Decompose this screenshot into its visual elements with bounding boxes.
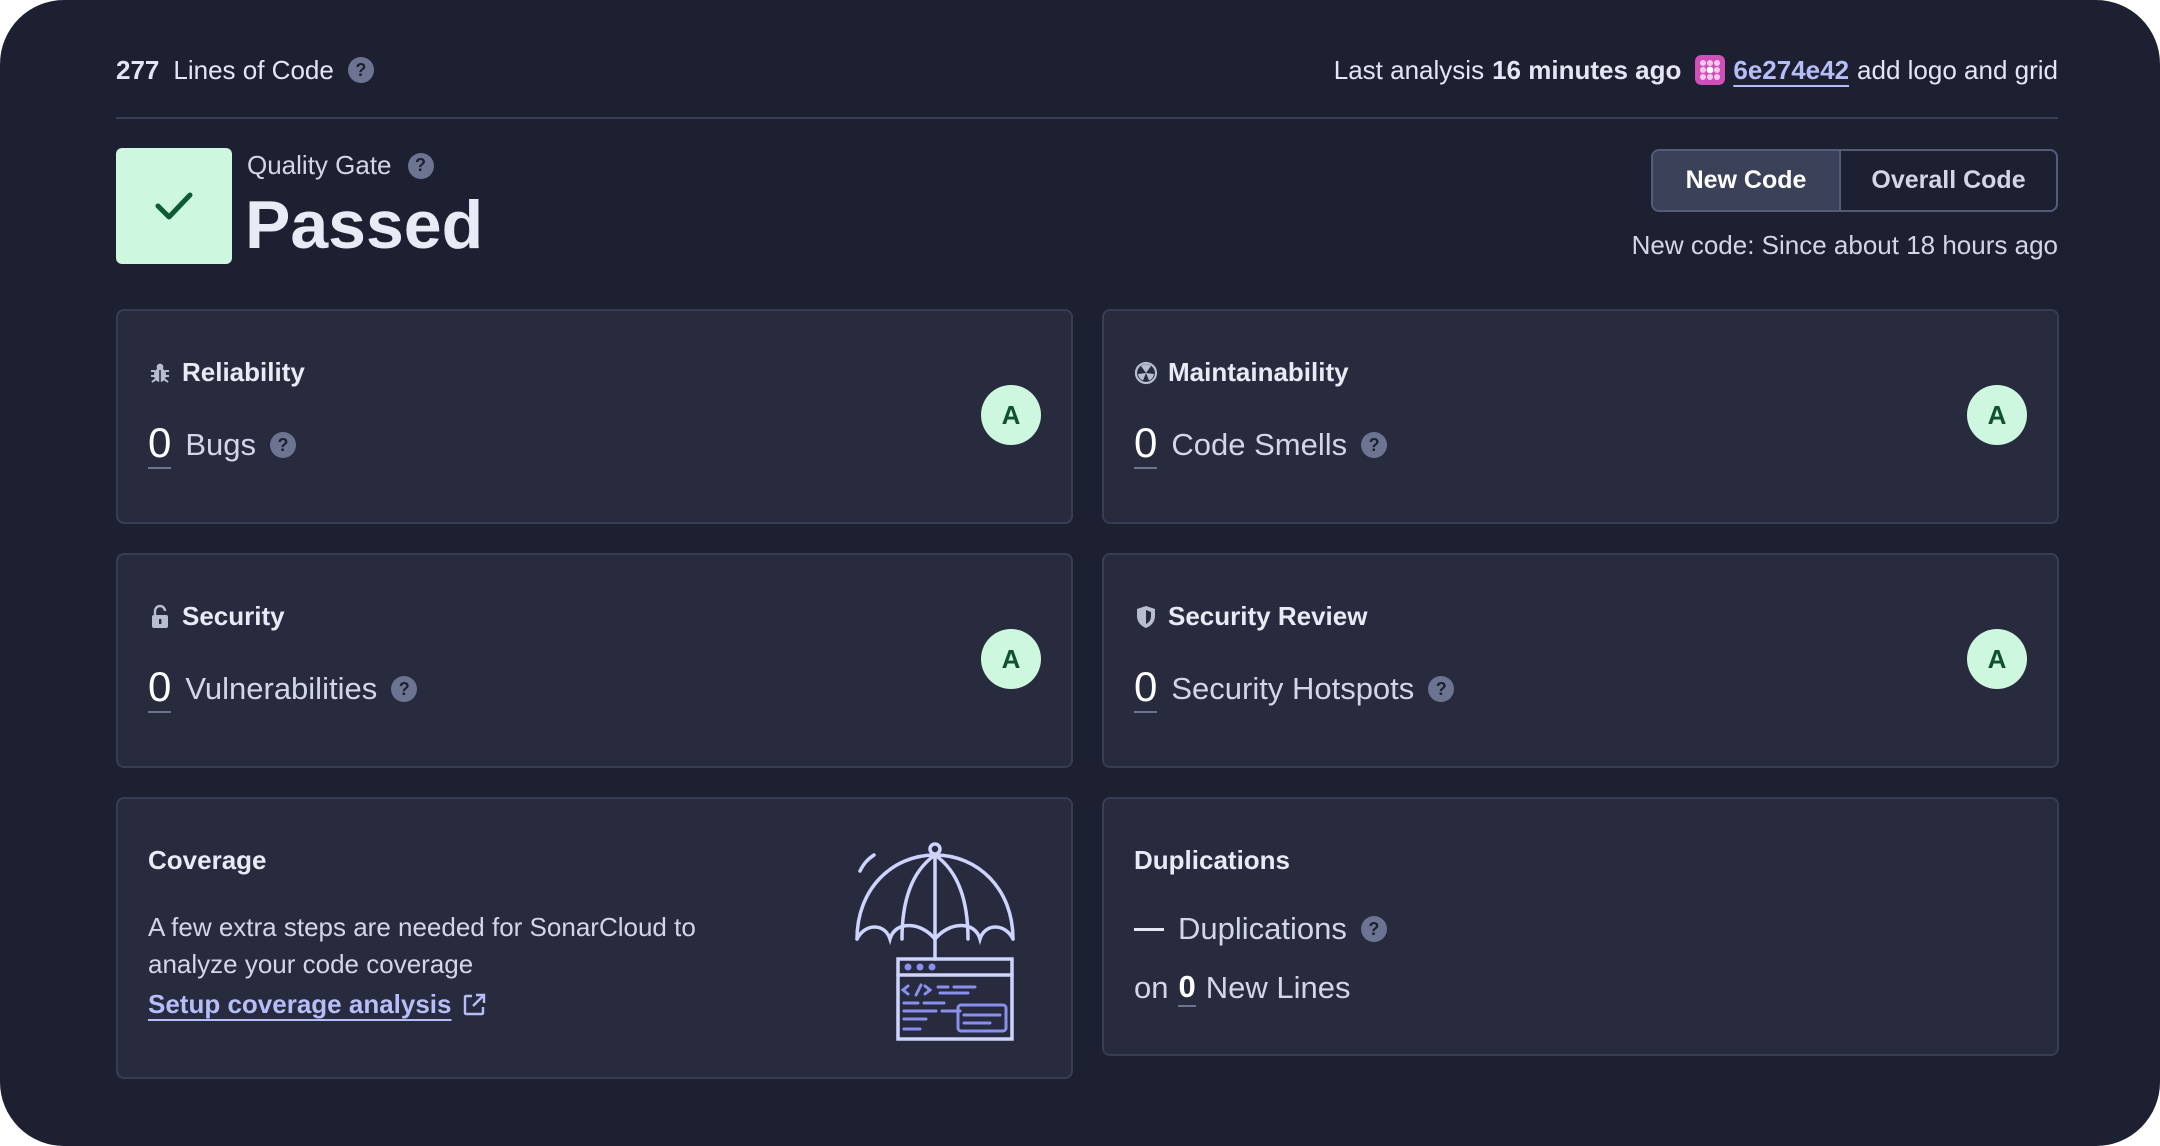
quality-gate-label: Quality Gate [247,150,392,180]
code-smells-label: Code Smells [1171,427,1348,462]
new-lines-label: New Lines [1205,970,1351,1005]
security-hotspots-value[interactable]: 0 [1134,665,1158,713]
unlock-icon [152,604,168,628]
bugs-label: Bugs [185,427,257,462]
quality-gate-badge [116,148,232,264]
card-title: Coverage [148,845,267,875]
card-title-row: Maintainability [1134,357,1349,388]
on-label: on [1134,970,1169,1005]
quality-gate-status: Passed [245,187,484,263]
new-lines-row: on 0 New Lines [1134,969,1350,1007]
commit-author-avatar [1695,55,1726,85]
setup-coverage-link[interactable]: Setup coverage analysis [148,989,487,1020]
help-icon[interactable]: ? [1428,676,1455,702]
coverage-description: A few extra steps are needed for SonarCl… [148,912,696,979]
last-analysis-time: 16 minutes ago [1492,54,1682,85]
card-title-row: Reliability [148,357,305,388]
duplications-label: Duplications [1178,911,1347,946]
smell-icon [1134,361,1158,384]
help-icon[interactable]: ? [270,432,297,458]
bugs-value[interactable]: 0 [148,421,172,469]
reliability-card: Reliability 0 Bugs ? A [116,309,1073,524]
umbrella-illustration [855,842,1015,1041]
security-hotspots-label: Security Hotspots [1171,671,1415,706]
metric-row: 0 Vulnerabilities ? [148,665,418,713]
code-scope-toggle: New Code Overall Code [1651,149,2058,212]
card-title: Maintainability [1168,357,1349,387]
card-title: Duplications [1134,845,1291,875]
metric-row: 0 Security Hotspots ? [1134,665,1455,713]
duplications-card: Duplications Duplications ? on 0 New Lin… [1102,797,2059,1056]
card-title-row: Duplications [1134,845,1290,876]
help-icon[interactable]: ? [1361,432,1388,458]
card-title: Security [182,601,285,631]
overall-code-button[interactable]: Overall Code [1841,151,2056,210]
setup-coverage-link-label: Setup coverage analysis [148,989,452,1019]
shield-icon [1137,605,1155,628]
divider [116,117,2058,119]
summary-bar: 277 Lines of Code ? Last analysis 16 min… [116,46,2058,94]
commit-hash-link[interactable]: 6e274e42 [1733,55,1849,86]
metric-row: 0 Code Smells ? [1134,421,1388,469]
metric-row: 0 Bugs ? [148,421,297,469]
project-overview: 277 Lines of Code ? Last analysis 16 min… [0,0,2160,1146]
reliability-rating-badge[interactable]: A [981,385,1041,445]
lines-of-code: 277 Lines of Code ? [116,55,374,86]
security-review-rating-badge[interactable]: A [1967,629,2027,689]
bug-icon [151,363,169,383]
security-review-card: Security Review 0 Security Hotspots ? A [1102,553,2059,768]
external-link-icon [464,993,486,1015]
security-rating-badge[interactable]: A [981,629,1041,689]
code-smells-value[interactable]: 0 [1134,421,1158,469]
maintainability-rating-badge[interactable]: A [1967,385,2027,445]
card-title: Security Review [1168,601,1368,631]
metric-row: Duplications ? [1134,911,1387,947]
coverage-card: Coverage A few extra steps are needed fo… [116,797,1073,1079]
new-code-period: New code: Since about 18 hours ago [1631,230,2058,260]
vulnerabilities-value[interactable]: 0 [148,665,172,713]
help-icon[interactable]: ? [391,676,418,702]
new-lines-value[interactable]: 0 [1178,969,1196,1007]
help-icon[interactable]: ? [1360,916,1387,942]
maintainability-card: Maintainability 0 Code Smells ? A [1102,309,2059,524]
card-title-row: Security Review [1134,601,1367,632]
last-analysis: Last analysis 16 minutes ago 6e274e42 ad… [1334,55,2058,86]
new-code-button[interactable]: New Code [1653,151,1841,210]
quality-gate-label-row: Quality Gate ? [247,150,434,181]
help-icon[interactable]: ? [407,152,434,179]
check-icon [155,192,193,220]
help-icon[interactable]: ? [347,57,374,83]
card-title: Reliability [182,357,305,387]
card-title-row: Coverage [148,845,267,876]
security-card: Security 0 Vulnerabilities ? A [116,553,1073,768]
lines-of-code-value: 277 [116,54,160,85]
lines-of-code-label: Lines of Code [173,54,334,85]
last-analysis-label: Last analysis [1333,54,1485,85]
vulnerabilities-label: Vulnerabilities [185,671,378,706]
commit-message: add logo and grid [1857,54,2058,85]
card-title-row: Security [148,601,285,632]
no-value-dash [1134,927,1164,931]
